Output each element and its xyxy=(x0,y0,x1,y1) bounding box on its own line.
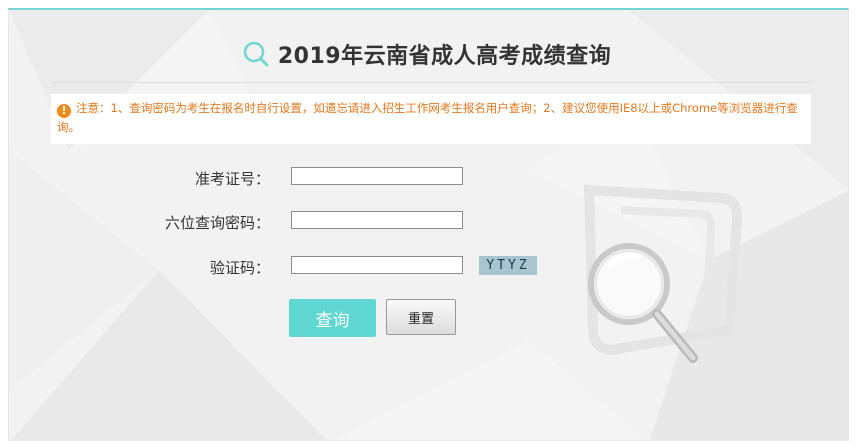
captcha-image[interactable]: YTYZ xyxy=(479,256,537,275)
password-input[interactable] xyxy=(291,211,463,229)
captcha-label: 验证码： xyxy=(209,259,270,277)
exam-number-input[interactable] xyxy=(291,167,463,185)
password-label: 六位查询密码： xyxy=(164,214,270,232)
notice-box: ! 注意：1、查询密码为考生在报名时自行设置，如遗忘请进入招生工作网考生报名用户查… xyxy=(51,94,811,144)
title-row: 2019年云南省成人高考成绩查询 xyxy=(9,38,848,70)
search-icon xyxy=(243,41,269,67)
title-divider xyxy=(51,82,811,83)
warning-icon: ! xyxy=(57,104,71,118)
reset-button[interactable]: 重置 xyxy=(386,299,456,335)
page-title: 2019年云南省成人高考成绩查询 xyxy=(277,44,612,69)
query-button[interactable]: 查询 xyxy=(289,299,376,337)
notice-text: 注意：1、查询密码为考生在报名时自行设置，如遗忘请进入招生工作网考生报名用户查询… xyxy=(57,101,798,134)
query-panel: 2019年云南省成人高考成绩查询 ! 注意：1、查询密码为考生在报名时自行设置，如… xyxy=(8,8,849,441)
captcha-input[interactable] xyxy=(291,256,463,274)
magnifier-document-icon xyxy=(583,184,743,363)
exam-number-label: 准考证号： xyxy=(194,170,270,188)
